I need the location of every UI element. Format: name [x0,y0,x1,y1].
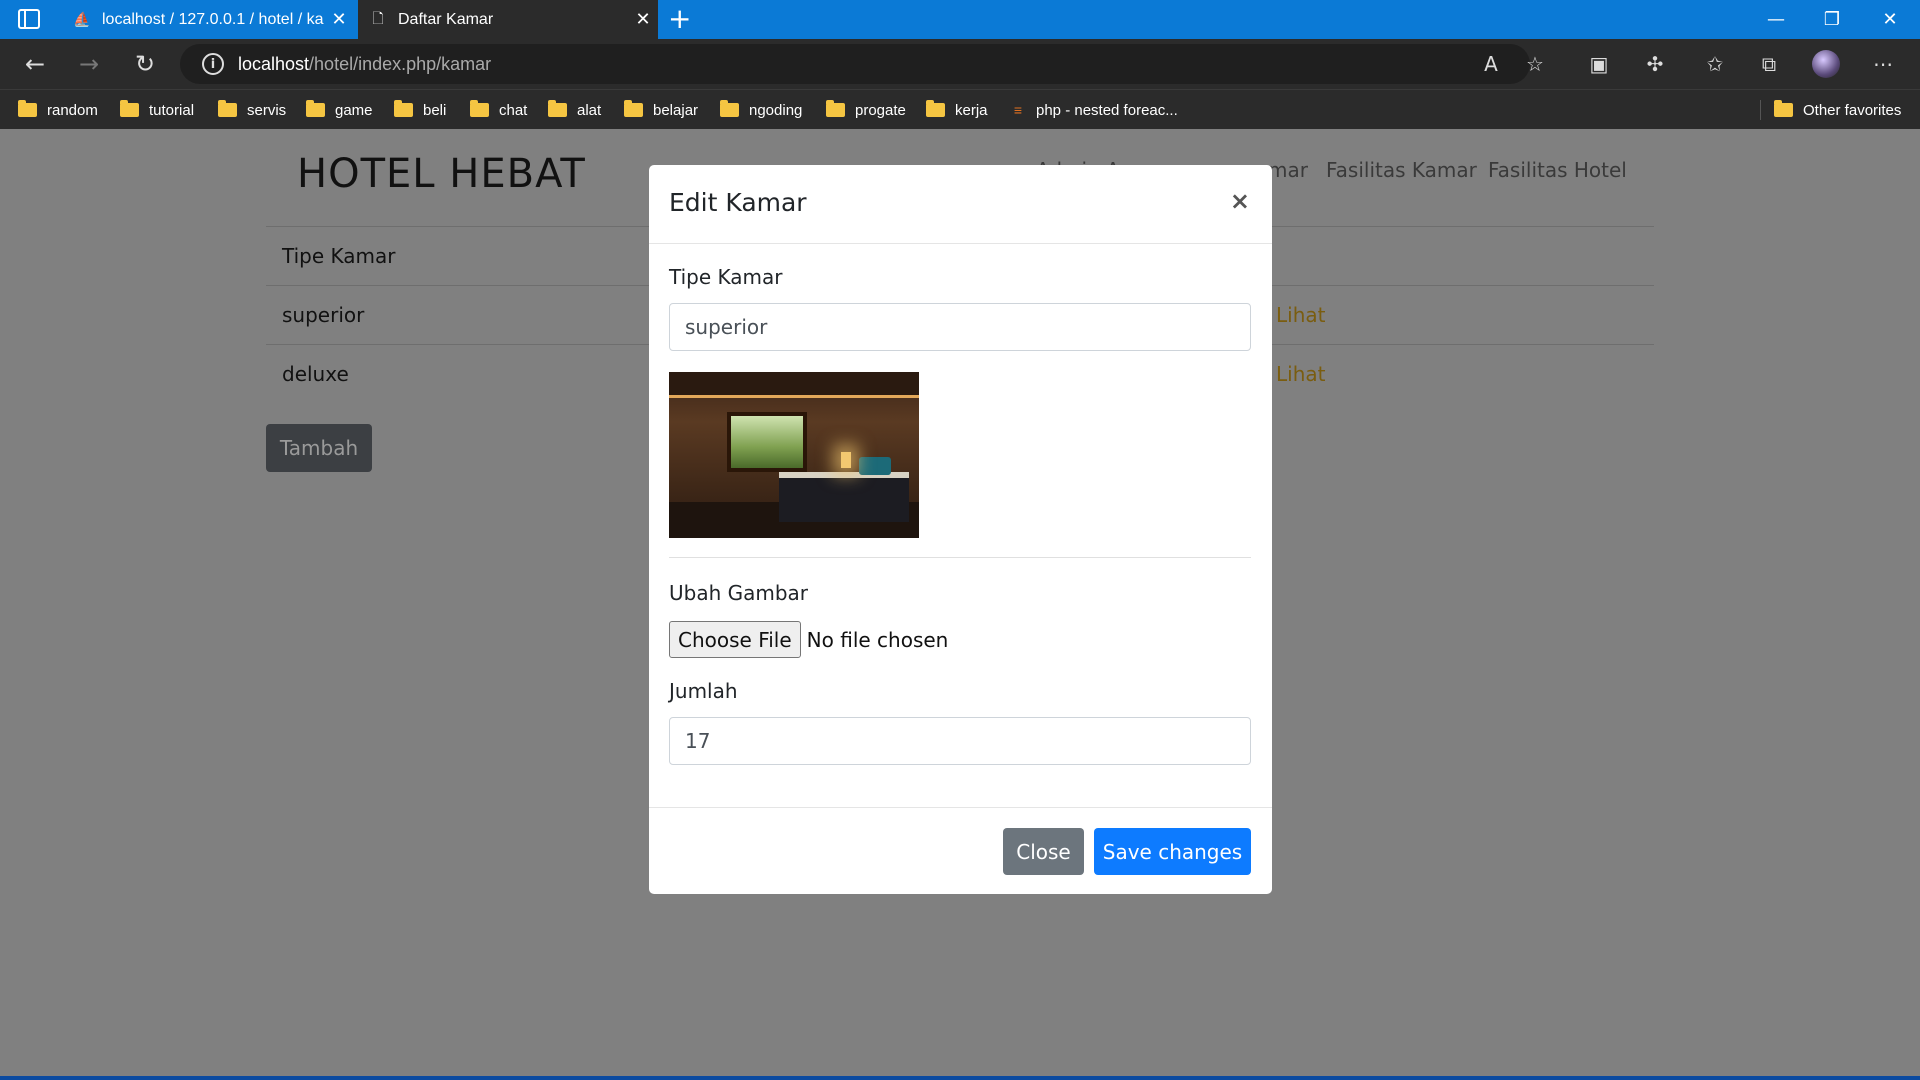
folder-icon [394,100,413,117]
url-field[interactable]: i localhost/hotel/index.php/kamar [180,44,1530,84]
tambah-button[interactable]: Tambah [266,424,372,472]
sidebar-toggle-icon[interactable] [18,9,40,29]
back-icon[interactable]: ← [18,47,52,81]
bookmarks-divider [1760,100,1761,120]
tab-bar: ⛵ localhost / 127.0.0.1 / hotel / kar ✕ … [0,0,1920,39]
extensions-icon[interactable]: ✣ [1640,49,1670,79]
modal-header: Edit Kamar × [649,165,1272,244]
modal-close-icon[interactable]: × [1230,187,1250,215]
minimize-icon[interactable]: — [1748,0,1804,39]
nav-fasilitas-kamar[interactable]: Fasilitas Kamar [1326,158,1477,182]
bookmark-belajar[interactable]: belajar [624,98,698,122]
cell-tipe: deluxe [282,362,349,386]
tab-daftar-kamar[interactable]: 🗋 Daftar Kamar ✕ [358,0,658,39]
bookmark-php-nested[interactable]: ≡ php - nested foreac... [1010,98,1178,122]
page-icon: 🗋 [372,9,384,26]
tipe-kamar-label: Tipe Kamar [669,265,783,289]
more-menu-icon[interactable]: ⋯ [1868,49,1898,79]
lihat-link[interactable]: Lihat [1276,362,1325,386]
read-aloud-icon[interactable]: A [1476,49,1506,79]
phpmyadmin-icon: ⛵ [73,11,91,27]
folder-icon [18,100,37,117]
tipe-kamar-input[interactable]: superior [669,303,1251,351]
modal-footer: Close Save changes [649,807,1272,894]
stackoverflow-icon: ≡ [1013,102,1023,118]
favorites-icon[interactable]: ✩ [1700,49,1730,79]
room-image [669,372,919,538]
wallet-icon[interactable]: ▣ [1584,49,1614,79]
cell-tipe: superior [282,303,365,327]
header-tipe-kamar: Tipe Kamar [282,244,396,268]
bookmark-ngoding[interactable]: ngoding [720,98,802,122]
taskbar-edge [0,1076,1920,1080]
bookmark-progate[interactable]: progate [826,98,906,122]
profile-avatar[interactable] [1812,50,1840,78]
choose-file-button[interactable]: Choose File [669,621,801,658]
bookmark-random[interactable]: random [18,98,98,122]
bookmark-alat[interactable]: alat [548,98,601,122]
folder-icon [1774,100,1793,117]
file-input[interactable]: Choose File No file chosen [669,621,948,658]
new-tab-icon[interactable]: + [668,3,691,35]
close-window-icon[interactable]: ✕ [1862,0,1918,39]
brand-title: HOTEL HEBAT [297,151,586,197]
tab-title: localhost / 127.0.0.1 / hotel / kar [102,10,324,28]
folder-icon [624,100,643,117]
jumlah-input[interactable]: 17 [669,717,1251,765]
tab-title: Daftar Kamar [398,10,494,28]
modal-title: Edit Kamar [669,188,807,217]
folder-icon [218,100,237,117]
bookmark-other-favorites[interactable]: Other favorites [1774,98,1901,122]
address-bar: ← → ↻ i localhost/hotel/index.php/kamar … [0,39,1920,89]
lihat-link[interactable]: Lihat [1276,303,1325,327]
jumlah-label: Jumlah [669,679,738,703]
folder-icon [470,100,489,117]
nav-fasilitas-hotel[interactable]: Fasilitas Hotel [1488,158,1627,182]
divider [669,557,1251,558]
url-host: localhost [238,53,310,74]
add-favorite-icon[interactable]: ☆ [1520,49,1550,79]
bookmark-servis[interactable]: servis [218,98,286,122]
bookmark-beli[interactable]: beli [394,98,446,122]
folder-icon [826,100,845,117]
folder-icon [306,100,325,117]
site-info-icon[interactable]: i [202,53,224,75]
bookmarks-bar: random tutorial servis game beli chat al… [0,89,1920,129]
tab-phpmyadmin[interactable]: ⛵ localhost / 127.0.0.1 / hotel / kar ✕ [62,0,354,39]
refresh-icon[interactable]: ↻ [128,47,162,81]
bookmark-tutorial[interactable]: tutorial [120,98,194,122]
file-status: No file chosen [806,627,949,652]
folder-icon [720,100,739,117]
save-changes-button[interactable]: Save changes [1094,828,1251,875]
close-button[interactable]: Close [1003,828,1084,875]
close-tab-icon[interactable]: ✕ [324,9,354,30]
collections-icon[interactable]: ⧉ [1754,49,1784,79]
folder-icon [926,100,945,117]
restore-icon[interactable]: ❐ [1804,0,1860,39]
bookmark-kerja[interactable]: kerja [926,98,988,122]
nav-kamar[interactable]: mar [1268,158,1308,182]
folder-icon [548,100,567,117]
bookmark-game[interactable]: game [306,98,373,122]
bookmark-chat[interactable]: chat [470,98,527,122]
forward-icon[interactable]: → [72,47,106,81]
folder-icon [120,100,139,117]
ubah-gambar-label: Ubah Gambar [669,581,809,605]
close-tab-icon[interactable]: ✕ [628,9,658,30]
edit-kamar-modal: Edit Kamar × Tipe Kamar superior Ubah Ga… [649,165,1272,894]
url-path: /hotel/index.php/kamar [309,53,492,74]
